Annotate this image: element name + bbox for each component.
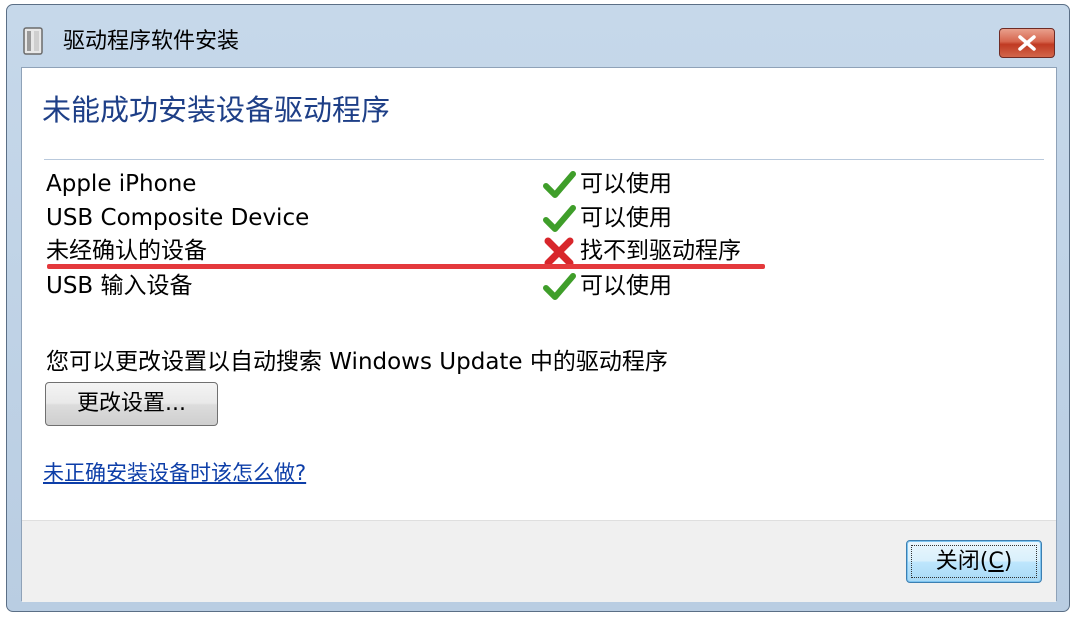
device-row: Apple iPhone 可以使用 (46, 168, 786, 200)
device-row: USB 输入设备 可以使用 (46, 270, 786, 302)
check-icon (543, 273, 576, 300)
help-link[interactable]: 未正确安装设备时该怎么做? (43, 458, 306, 488)
title-bar[interactable]: 驱动程序软件安装 (7, 5, 1069, 63)
focus-ring (911, 545, 1037, 578)
red-annotation-underline (47, 264, 765, 269)
check-icon (543, 171, 576, 198)
device-name: USB Composite Device (46, 205, 310, 231)
error-x-icon (544, 237, 574, 267)
window-title: 驱动程序软件安装 (63, 29, 240, 54)
device-name: Apple iPhone (46, 171, 197, 197)
driver-install-icon (23, 27, 43, 55)
dialog-content: 未能成功安装设备驱动程序 Apple iPhone 可以使用 USB Compo… (21, 67, 1057, 602)
dialog-footer: 关闭(C) (22, 520, 1056, 602)
device-status-text: 可以使用 (580, 205, 672, 231)
divider (44, 159, 1044, 160)
change-settings-button[interactable]: 更改设置... (45, 382, 218, 426)
device-row: USB Composite Device 可以使用 (46, 202, 786, 234)
page-title: 未能成功安装设备驱动程序 (42, 93, 391, 127)
dialog-window: 驱动程序软件安装 未能成功安装设备驱动程序 Apple iPhone 可以使用 … (6, 4, 1070, 612)
device-status-text: 可以使用 (580, 171, 672, 197)
windows-update-info-text: 您可以更改设置以自动搜索 Windows Update 中的驱动程序 (46, 349, 668, 375)
device-name: 未经确认的设备 (46, 238, 207, 264)
device-name: USB 输入设备 (46, 273, 193, 299)
device-status-text: 可以使用 (580, 273, 672, 299)
device-status-text: 找不到驱动程序 (580, 238, 741, 264)
device-row: 未经确认的设备 找不到驱动程序 (46, 235, 786, 267)
title-close-button[interactable] (999, 28, 1055, 58)
close-button[interactable]: 关闭(C) (906, 540, 1042, 583)
check-icon (543, 205, 576, 232)
close-icon (1018, 35, 1036, 51)
